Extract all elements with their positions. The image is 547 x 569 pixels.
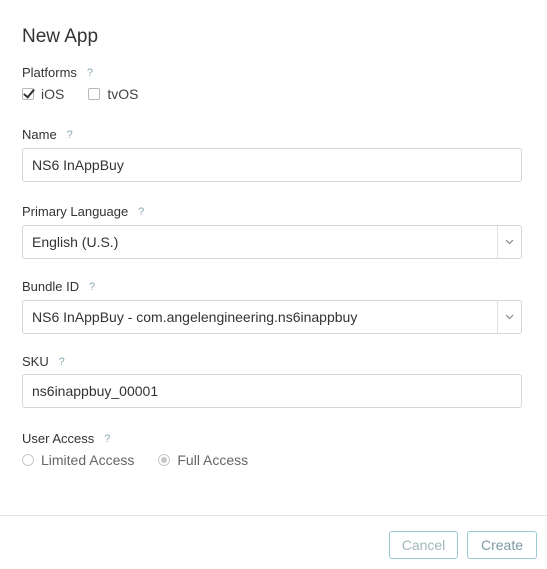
name-input[interactable]: NS6 InAppBuy: [22, 148, 522, 182]
ios-checkbox[interactable]: [22, 88, 34, 100]
platform-ios-option[interactable]: iOS: [22, 86, 64, 102]
full-access-option[interactable]: Full Access: [158, 452, 248, 468]
tvos-label: tvOS: [107, 86, 139, 102]
full-access-label: Full Access: [177, 452, 249, 468]
sku-input[interactable]: ns6inappbuy_00001: [22, 374, 522, 408]
name-input-value: NS6 InAppBuy: [32, 157, 124, 173]
new-app-dialog: New App Platforms ? iOS tvOS Name ? NS6 …: [0, 0, 547, 569]
name-label-row: Name ?: [22, 127, 76, 142]
name-label: Name: [22, 127, 57, 142]
sku-help-icon[interactable]: ?: [56, 356, 68, 368]
tvos-checkbox[interactable]: [88, 88, 101, 100]
sku-label-row: SKU ?: [22, 354, 68, 369]
bundle-id-help-icon[interactable]: ?: [86, 281, 98, 293]
user-access-options: Limited Access Full Access: [22, 452, 272, 468]
chevron-down-icon[interactable]: [497, 226, 521, 258]
user-access-label: User Access: [22, 431, 95, 446]
sku-input-value: ns6inappbuy_00001: [32, 383, 159, 399]
primary-language-label-row: Primary Language ?: [22, 204, 147, 219]
bundle-id-label-row: Bundle ID ?: [22, 279, 98, 294]
bundle-id-value: NS6 InAppBuy - com.angelengineering.ns6i…: [32, 309, 358, 325]
platform-tvos-option[interactable]: tvOS: [88, 86, 138, 102]
platforms-options: iOS tvOS: [22, 86, 162, 102]
primary-language-value: English (U.S.): [32, 234, 119, 250]
sku-label: SKU: [22, 354, 49, 369]
ios-label: iOS: [41, 86, 65, 102]
platforms-help-icon[interactable]: ?: [84, 67, 96, 79]
create-button[interactable]: Create: [467, 531, 537, 559]
name-help-icon[interactable]: ?: [64, 129, 76, 141]
limited-access-option[interactable]: Limited Access: [22, 452, 134, 468]
primary-language-help-icon[interactable]: ?: [135, 206, 147, 218]
limited-access-radio[interactable]: [22, 454, 34, 466]
platforms-label-row: Platforms ?: [22, 65, 96, 80]
bundle-id-select[interactable]: NS6 InAppBuy - com.angelengineering.ns6i…: [22, 300, 522, 334]
bundle-id-label: Bundle ID: [22, 279, 80, 294]
chevron-down-icon[interactable]: [497, 301, 521, 333]
platforms-label: Platforms: [22, 65, 77, 80]
user-access-help-icon[interactable]: ?: [101, 433, 113, 445]
primary-language-select[interactable]: English (U.S.): [22, 225, 522, 259]
limited-access-label: Limited Access: [41, 452, 135, 468]
dialog-title: New App: [22, 26, 99, 47]
full-access-radio[interactable]: [158, 454, 171, 466]
primary-language-label: Primary Language: [22, 204, 129, 219]
footer-divider: [0, 515, 547, 516]
user-access-label-row: User Access ?: [22, 431, 113, 446]
cancel-button[interactable]: Cancel: [389, 531, 458, 559]
